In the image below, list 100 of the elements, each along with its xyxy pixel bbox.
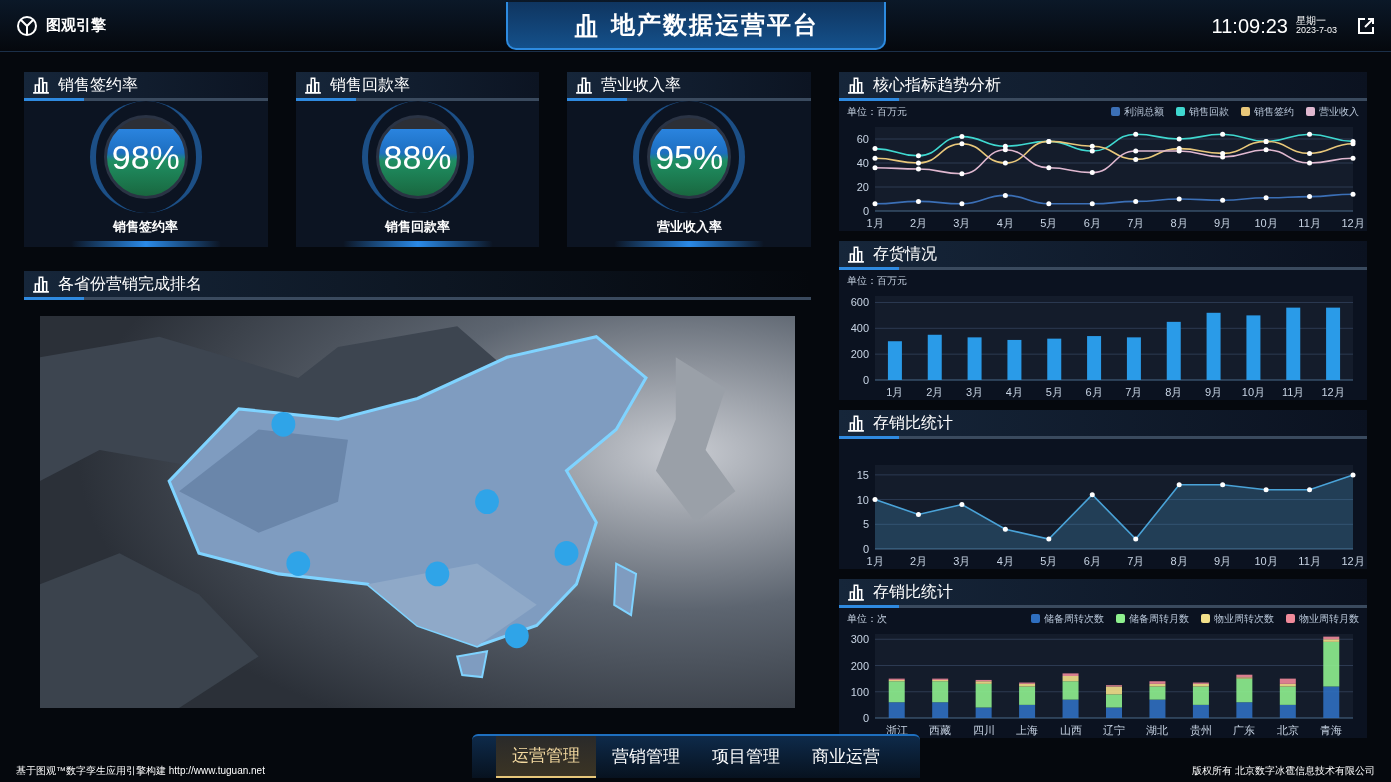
axis-label: 0 bbox=[862, 543, 869, 555]
building-icon bbox=[847, 76, 865, 94]
data-point bbox=[1350, 155, 1356, 161]
data-point bbox=[872, 201, 878, 207]
bar bbox=[1166, 321, 1181, 380]
nav-tab[interactable]: 营销管理 bbox=[595, 736, 696, 778]
legend-label: 物业周转次数 bbox=[1214, 612, 1274, 626]
bar bbox=[1246, 315, 1261, 380]
data-point bbox=[872, 497, 878, 503]
logo-icon bbox=[16, 14, 38, 37]
axis-label: 11月 bbox=[1298, 217, 1321, 229]
data-point bbox=[1350, 191, 1356, 197]
panel-title: 存销比统计 bbox=[873, 413, 953, 433]
data-point bbox=[1307, 131, 1313, 137]
data-point bbox=[1002, 160, 1008, 166]
axis-label: 湖北 bbox=[1146, 724, 1169, 736]
data-point bbox=[872, 146, 878, 152]
building-icon bbox=[32, 76, 50, 94]
panel-title: 存货情况 bbox=[873, 244, 937, 264]
gauge-label: 营业收入率 bbox=[656, 218, 722, 237]
bar bbox=[887, 341, 902, 380]
axis-label: 7月 bbox=[1127, 555, 1145, 567]
axis-label: 6月 bbox=[1085, 386, 1103, 398]
gauge-label: 销售回款率 bbox=[385, 218, 450, 237]
panel-title: 存销比统计 bbox=[873, 582, 953, 602]
building-icon bbox=[32, 275, 50, 293]
data-point bbox=[915, 511, 921, 517]
data-point bbox=[959, 201, 965, 207]
data-point bbox=[872, 165, 878, 171]
data-point bbox=[1176, 482, 1182, 488]
panel-title: 销售回款率 bbox=[329, 75, 410, 95]
panel-title: 营业收入率 bbox=[601, 75, 682, 95]
data-point bbox=[959, 171, 965, 177]
data-point bbox=[1133, 198, 1139, 204]
bar bbox=[1007, 339, 1022, 380]
axis-label: 6月 bbox=[1083, 217, 1101, 229]
axis-label: 6月 bbox=[1083, 555, 1101, 567]
data-point bbox=[1350, 472, 1356, 478]
data-point bbox=[1089, 170, 1095, 176]
data-point bbox=[1220, 197, 1226, 203]
brand-name: 图观引擎 bbox=[46, 15, 106, 36]
nav-tab[interactable]: 项目管理 bbox=[695, 736, 796, 778]
axis-label: 8月 bbox=[1170, 217, 1188, 229]
axis-label: 60 bbox=[856, 133, 869, 145]
axis-label: 11月 bbox=[1298, 555, 1321, 567]
data-point bbox=[1307, 160, 1313, 166]
clock-time: 11:09:23 bbox=[1211, 13, 1288, 39]
axis-label: 100 bbox=[850, 685, 869, 698]
bar bbox=[927, 334, 942, 380]
axis-label: 40 bbox=[856, 157, 869, 169]
data-point bbox=[1133, 131, 1139, 137]
axis-label: 11月 bbox=[1282, 386, 1305, 398]
copyright-text: 版权所有 北京数字冰雹信息技术有限公司 bbox=[1191, 764, 1375, 778]
axis-label: 8月 bbox=[1170, 555, 1188, 567]
axis-label: 4月 bbox=[996, 555, 1014, 567]
bar bbox=[1206, 312, 1221, 380]
bar bbox=[1087, 336, 1102, 380]
axis-label: 12月 bbox=[1341, 217, 1363, 229]
axis-label: 300 bbox=[850, 633, 869, 646]
axis-label: 10 bbox=[856, 493, 869, 506]
data-point bbox=[1089, 201, 1095, 207]
unit-label: 单位：百万元 bbox=[847, 274, 907, 288]
data-point bbox=[1002, 526, 1008, 532]
axis-label: 9月 bbox=[1214, 555, 1232, 567]
axis-label: 0 bbox=[862, 205, 869, 217]
panel-title: 各省份营销完成排名 bbox=[58, 274, 202, 294]
building-icon bbox=[303, 76, 322, 94]
legend-label: 销售签约 bbox=[1254, 105, 1294, 119]
data-point bbox=[1002, 192, 1008, 198]
axis-label: 5月 bbox=[1040, 217, 1058, 229]
building-icon bbox=[847, 414, 865, 432]
building-icon bbox=[847, 583, 865, 601]
axis-label: 0 bbox=[862, 712, 869, 724]
axis-label: 贵州 bbox=[1189, 724, 1212, 736]
legend-label: 储备周转月数 bbox=[1129, 612, 1189, 626]
axis-label: 上海 bbox=[1016, 724, 1039, 736]
footer-text: 基于图观™数字孪生应用引擎构建 http://www.tuguan.net bbox=[16, 764, 266, 778]
axis-label: 3月 bbox=[953, 217, 971, 229]
axis-label: 12月 bbox=[1321, 386, 1345, 398]
axis-label: 12月 bbox=[1341, 555, 1363, 567]
panel-title: 销售签约率 bbox=[58, 75, 138, 95]
bar bbox=[967, 337, 982, 380]
building-icon bbox=[575, 76, 594, 94]
gauge-value: 88% bbox=[383, 140, 452, 175]
axis-label: 4月 bbox=[1005, 386, 1023, 398]
axis-label: 9月 bbox=[1205, 386, 1223, 398]
nav-tab[interactable]: 商业运营 bbox=[795, 736, 896, 778]
external-link-icon[interactable] bbox=[1357, 16, 1375, 35]
weekday: 星期一 bbox=[1295, 16, 1327, 26]
axis-label: 9月 bbox=[1214, 217, 1232, 229]
axis-label: 20 bbox=[856, 181, 869, 193]
axis-label: 7月 bbox=[1127, 217, 1145, 229]
legend-label: 利润总额 bbox=[1124, 105, 1164, 119]
building-icon bbox=[847, 245, 865, 263]
bar bbox=[1126, 337, 1141, 380]
legend-label: 销售回款 bbox=[1189, 105, 1229, 119]
axis-label: 1月 bbox=[866, 217, 884, 229]
data-point bbox=[1089, 492, 1095, 498]
nav-tab[interactable]: 运营管理 bbox=[495, 736, 596, 778]
data-point bbox=[1263, 195, 1269, 201]
